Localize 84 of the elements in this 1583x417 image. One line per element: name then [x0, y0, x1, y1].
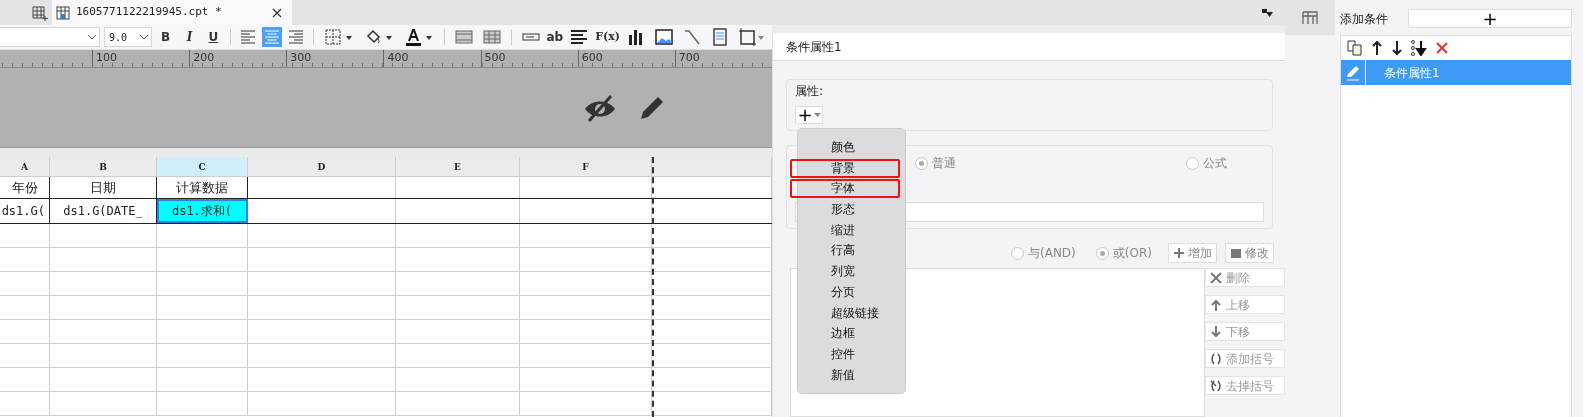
plus-icon: [1172, 247, 1185, 259]
grid-panel-icon[interactable]: [1302, 10, 1318, 25]
menu-item[interactable]: 颜色: [831, 140, 855, 154]
panel-title: 添加条件: [1340, 10, 1388, 28]
add-button[interactable]: 增加: [1167, 243, 1217, 263]
menu-item[interactable]: 超级链接: [831, 305, 879, 320]
edit-button[interactable]: 修改: [1224, 243, 1274, 263]
bar-chart-icon[interactable]: [627, 28, 645, 46]
file-tab[interactable]: 1605771122219945.cpt *: [52, 0, 292, 25]
image-icon[interactable]: [655, 28, 673, 46]
table-cell[interactable]: 年份: [0, 177, 50, 198]
radio-button[interactable]: [1186, 156, 1199, 170]
radio-label: 公式: [1203, 155, 1227, 172]
text-tool[interactable]: ab: [546, 27, 564, 47]
ruler-label: 700: [674, 50, 772, 67]
ruler-label: 600: [577, 50, 675, 67]
arrow-down-icon[interactable]: [1391, 40, 1403, 56]
menu-item[interactable]: 边框: [831, 326, 855, 341]
font-color-icon[interactable]: [403, 28, 434, 46]
tab-label: 1605771122219945.cpt *: [76, 4, 223, 21]
arrow-up-icon: [1210, 298, 1222, 311]
column-header[interactable]: F: [520, 157, 652, 176]
font-size-value: 9.0: [109, 30, 128, 45]
split-cells-icon[interactable]: [482, 28, 501, 46]
copy-icon[interactable]: [1347, 40, 1363, 56]
table-cell[interactable]: ds1.G(: [0, 199, 50, 223]
ruler-label: 200: [189, 50, 287, 67]
dropdown-icon[interactable]: [1261, 7, 1273, 18]
menu-item[interactable]: 背景: [831, 160, 855, 175]
ruler-label: 500: [480, 50, 578, 67]
report-grid-icon: [56, 5, 70, 20]
add-property-button[interactable]: +: [795, 106, 823, 124]
ruler-label: 400: [383, 50, 481, 67]
radio-button[interactable]: [1011, 246, 1024, 260]
ruler-label: 300: [286, 50, 384, 67]
frame-icon[interactable]: [739, 28, 765, 46]
border-icon[interactable]: [323, 28, 354, 46]
menu-item[interactable]: 新值: [831, 367, 855, 382]
formula-tool[interactable]: F(x): [595, 27, 620, 47]
menu-item[interactable]: 控件: [831, 346, 855, 361]
add-condition-button[interactable]: +: [1408, 9, 1572, 28]
column-header[interactable]: D: [248, 157, 396, 176]
close-icon[interactable]: [272, 7, 282, 18]
pencil-icon: [1345, 64, 1361, 81]
caret-icon: [138, 34, 149, 40]
font-size-field[interactable]: 9.0: [104, 27, 152, 47]
font-name-field[interactable]: [0, 27, 100, 47]
merge-cells-icon[interactable]: [454, 28, 473, 46]
close-icon: [1210, 271, 1222, 284]
radio-button[interactable]: [915, 156, 928, 170]
radio-label: 与(AND): [1028, 245, 1076, 262]
radio-label: 普通: [932, 155, 956, 172]
radio-label: 或(OR): [1112, 245, 1152, 262]
property-label: 属性:: [795, 83, 825, 100]
menu-item[interactable]: 缩进: [831, 222, 855, 237]
table-cell[interactable]: ds1.求和(: [157, 199, 248, 223]
add-grid-icon[interactable]: [31, 4, 49, 21]
caret-icon: [813, 112, 821, 118]
eye-slash-icon[interactable]: [583, 92, 617, 123]
dialog-title: 条件属性1: [773, 33, 1285, 61]
menu-item[interactable]: 分页: [831, 284, 855, 299]
radio-button[interactable]: [1095, 246, 1109, 260]
italic-button[interactable]: I: [179, 27, 200, 47]
table-cell[interactable]: 计算数据: [157, 177, 248, 198]
menu-item[interactable]: 行高: [831, 243, 855, 258]
slash-line-icon[interactable]: [683, 28, 701, 46]
bold-button[interactable]: B: [155, 27, 176, 47]
paragraph-icon[interactable]: [570, 28, 589, 46]
move-bottom-icon[interactable]: [1411, 40, 1427, 56]
caret-icon: [87, 34, 97, 40]
column-header[interactable]: E: [396, 157, 520, 176]
arrow-down-icon: [1210, 325, 1222, 338]
column-header[interactable]: A: [0, 157, 50, 176]
menu-item[interactable]: 字体: [831, 181, 855, 196]
column-header[interactable]: C: [157, 157, 248, 176]
arrow-up-icon[interactable]: [1371, 40, 1383, 56]
menu-item[interactable]: 形态: [831, 202, 855, 217]
parentheses-icon: [1210, 352, 1222, 365]
underline-button[interactable]: U: [203, 27, 224, 47]
menu-item[interactable]: 列宽: [831, 264, 855, 279]
table-cell[interactable]: 日期: [50, 177, 157, 198]
ruler-label: 100: [92, 50, 190, 67]
document-icon[interactable]: [711, 28, 729, 46]
parentheses-icon: [1210, 379, 1222, 392]
